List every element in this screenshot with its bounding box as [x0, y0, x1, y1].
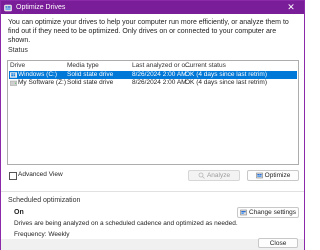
advanced-view-label[interactable]: Advanced View — [18, 171, 63, 178]
change-settings-button[interactable]: Change settings — [237, 207, 299, 218]
change-settings-label: Change settings — [249, 209, 296, 216]
windows-drive-icon — [10, 72, 17, 78]
title-bar: Optimize Drives ✕ — [1, 1, 304, 14]
drive-icon — [10, 80, 17, 86]
close-window-icon[interactable]: ✕ — [278, 1, 304, 14]
drive-name: My Software (Z:) — [18, 79, 67, 86]
schedule-state: On — [14, 209, 24, 216]
drive-row-my-software[interactable]: My Software (Z:) Solid state drive 8/26/… — [9, 79, 297, 87]
list-header: Drive Media type Last analyzed or o... C… — [8, 61, 298, 71]
media-type: Solid state drive — [67, 79, 114, 86]
current-status: OK (4 days since last retrim) — [185, 79, 267, 86]
current-status: OK (4 days since last retrim) — [185, 71, 267, 78]
window-title: Optimize Drives — [16, 4, 66, 11]
optimize-button[interactable]: Optimize — [247, 170, 299, 181]
optimize-drives-window: Optimize Drives ✕ You can optimize your … — [0, 0, 305, 250]
optimize-label: Optimize — [264, 172, 291, 179]
drive-name: Windows (C:) — [18, 71, 58, 78]
media-type: Solid state drive — [67, 71, 114, 78]
column-last-analyzed[interactable]: Last analyzed or o... — [132, 62, 191, 69]
analyze-icon — [198, 172, 205, 179]
scheduled-optimization-label: Scheduled optimization — [8, 197, 81, 204]
column-drive[interactable]: Drive — [10, 62, 25, 69]
schedule-description: Drives are being analyzed on a scheduled… — [14, 220, 238, 227]
drive-row-windows[interactable]: Windows (C:) Solid state drive 8/26/2024… — [9, 71, 297, 79]
settings-icon — [240, 209, 247, 216]
last-analyzed: 8/26/2024 2:00 AM — [132, 71, 187, 78]
description-text: You can optimize your drives to help you… — [8, 19, 289, 44]
column-media-type[interactable]: Media type — [67, 62, 99, 69]
close-button[interactable]: Close — [258, 238, 298, 248]
defrag-app-icon — [4, 4, 12, 12]
schedule-frequency: Frequency: Weekly — [14, 231, 70, 238]
advanced-view-checkbox[interactable] — [9, 172, 17, 180]
drives-list[interactable]: Drive Media type Last analyzed or o... C… — [7, 60, 299, 165]
column-current-status[interactable]: Current status — [185, 62, 226, 69]
close-label: Close — [269, 239, 287, 247]
analyze-button[interactable]: Analyze — [188, 170, 240, 181]
last-analyzed: 8/26/2024 2:00 AM — [132, 79, 187, 86]
section-divider — [1, 191, 304, 192]
optimize-icon — [255, 172, 263, 179]
analyze-label: Analyze — [206, 172, 231, 179]
status-label: Status — [8, 47, 28, 54]
